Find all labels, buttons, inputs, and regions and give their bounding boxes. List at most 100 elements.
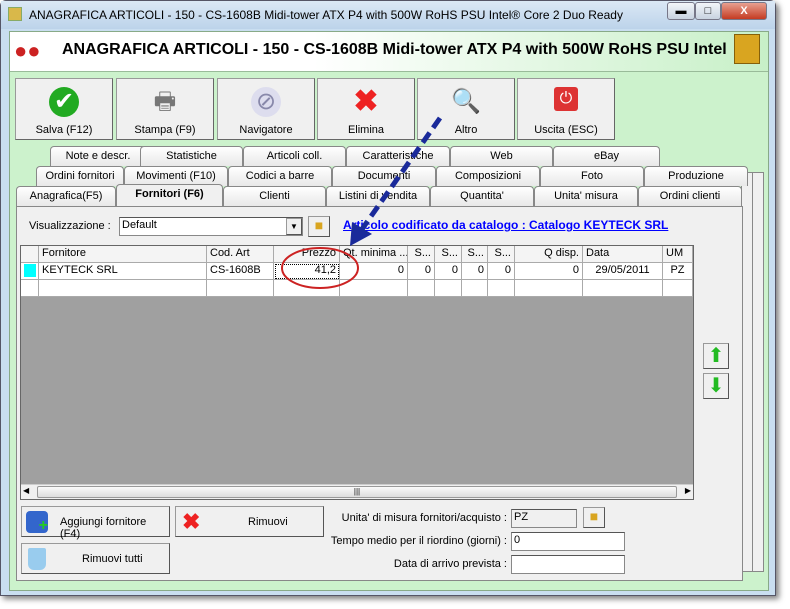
tab-clienti[interactable]: Clienti (223, 186, 326, 206)
data-label: Data di arrivo prevista : (393, 558, 507, 570)
table-cell[interactable]: 0 (435, 263, 462, 280)
table-cell[interactable] (663, 280, 693, 297)
printer-icon: 🖶 (153, 88, 177, 115)
print-button[interactable]: 🖶 Stampa (F9) (116, 78, 214, 140)
tab-codici-a-barre[interactable]: Codici a barre (228, 166, 332, 186)
row-selector[interactable] (21, 263, 39, 280)
tab-panel-back (752, 172, 764, 572)
tab-web[interactable]: Web (450, 146, 553, 166)
tab-foto[interactable]: Foto (540, 166, 644, 186)
save-button[interactable]: ✔ Salva (F12) (15, 78, 113, 140)
window: ANAGRAFICA ARTICOLI - 150 - CS-1608B Mid… (0, 0, 776, 596)
tab-articoli-coll-[interactable]: Articoli coll. (243, 146, 346, 166)
tab-ebay[interactable]: eBay (553, 146, 660, 166)
folder-button[interactable]: ■ (308, 216, 330, 237)
other-button[interactable]: 🔍 Altro (417, 78, 515, 140)
x-icon: ✖ (353, 85, 379, 118)
view-select[interactable]: Default ▼ (119, 217, 303, 236)
column-header[interactable]: Cod. Art (207, 246, 274, 263)
column-header[interactable]: Qt. minima ... (340, 246, 408, 263)
data-field[interactable] (511, 555, 625, 574)
table-cell[interactable] (488, 280, 515, 297)
window-title: ANAGRAFICA ARTICOLI - 150 - CS-1608B Mid… (29, 8, 623, 22)
folder-icon: ■ (589, 508, 599, 524)
column-header[interactable]: S... (408, 246, 435, 263)
catalog-link[interactable]: Articolo codificato da catalogo : Catalo… (343, 218, 668, 232)
view-label: Visualizzazione : (29, 220, 111, 232)
table-cell[interactable] (408, 280, 435, 297)
tab-movimenti-f10-[interactable]: Movimenti (F10) (124, 166, 228, 186)
table-cell[interactable] (207, 280, 274, 297)
table-cell[interactable] (340, 280, 408, 297)
table-cell[interactable] (515, 280, 583, 297)
add-supplier-button[interactable]: + Aggiungi fornitore (F4) (21, 506, 170, 540)
column-header[interactable]: Fornitore (39, 246, 207, 263)
table-cell[interactable]: 0 (488, 263, 515, 280)
tab-listini-di-vendita[interactable]: Listini di vendita (326, 186, 430, 206)
delete-button[interactable]: ✖ Elimina (317, 78, 415, 140)
tab-ordini-clienti[interactable]: Ordini clienti (638, 186, 742, 206)
navigator-button[interactable]: ⊘ Navigatore (217, 78, 315, 140)
move-up-button[interactable]: ⬆ (703, 343, 729, 369)
app-icon (8, 7, 22, 21)
tab-documenti[interactable]: Documenti (332, 166, 436, 186)
tab-fornitori-f6-[interactable]: Fornitori (F6) (116, 184, 223, 206)
remove-all-button[interactable]: Rimuovi tutti (21, 543, 170, 574)
strawberry-icon: ●● (14, 38, 41, 63)
table-cell[interactable] (583, 280, 663, 297)
table-cell[interactable] (274, 280, 340, 297)
column-header[interactable]: S... (462, 246, 488, 263)
tab-quantita-[interactable]: Quantita' (430, 186, 534, 206)
move-down-button[interactable]: ⬇ (703, 373, 729, 399)
table-cell[interactable] (39, 280, 207, 297)
scroll-left-icon[interactable]: ◀ (23, 486, 29, 495)
maximize-button[interactable]: □ (695, 2, 721, 20)
tab-anagrafica-f5-[interactable]: Anagrafica(F5) (16, 186, 116, 206)
arrow-up-icon: ⬆ (707, 345, 725, 367)
table-cell[interactable]: 0 (515, 263, 583, 280)
table-cell[interactable]: CS-1608B (207, 263, 274, 280)
row-selector[interactable] (21, 280, 39, 297)
tab-statistiche[interactable]: Statistiche (140, 146, 243, 166)
suppliers-grid: Fornitore Cod. Art Prezzo Qt. minima ... S..… (20, 245, 694, 500)
close-button[interactable]: X (721, 2, 767, 20)
column-header[interactable]: Data (583, 246, 663, 263)
column-header[interactable]: S... (488, 246, 515, 263)
column-header[interactable]: S... (435, 246, 462, 263)
column-header[interactable]: UM (663, 246, 693, 263)
table-cell[interactable] (462, 280, 488, 297)
tempo-field[interactable]: 0 (511, 532, 625, 551)
minimize-button[interactable]: ▬ (667, 2, 695, 20)
table-cell[interactable]: KEYTECK SRL (39, 263, 207, 280)
table-cell[interactable]: 0 (462, 263, 488, 280)
table-cell[interactable]: 41,2 (274, 263, 340, 280)
client-area: ●● ANAGRAFICA ARTICOLI - 150 - CS-1608B … (9, 31, 769, 591)
row-header-corner (21, 246, 39, 263)
horizontal-scrollbar[interactable]: ◀ ||| ▶ (21, 484, 693, 499)
table-cell[interactable]: PZ (663, 263, 693, 280)
table-cell[interactable]: 0 (340, 263, 408, 280)
scrollbar-thumb[interactable]: ||| (37, 486, 677, 498)
column-header[interactable]: Prezzo (274, 246, 340, 263)
fornitori-panel: Visualizzazione : Default ▼ ■ Articolo co… (16, 206, 743, 581)
tab-note-e-descr-[interactable]: Note e descr. (50, 146, 146, 166)
scroll-right-icon[interactable]: ▶ (685, 486, 691, 495)
table-cell[interactable]: 29/05/2011 (583, 263, 663, 280)
table-cell[interactable]: 0 (408, 263, 435, 280)
title-bar: ANAGRAFICA ARTICOLI - 150 - CS-1608B Mid… (1, 1, 775, 29)
tab-ordini-fornitori[interactable]: Ordini fornitori (36, 166, 124, 186)
column-header[interactable]: Q disp. (515, 246, 583, 263)
um-folder-button[interactable]: ■ (583, 507, 605, 528)
exit-button[interactable]: ⏻ Uscita (ESC) (517, 78, 615, 140)
remove-button[interactable]: ✖ Rimuovi (175, 506, 324, 537)
x-icon: ✖ (182, 509, 201, 534)
table-cell[interactable] (435, 280, 462, 297)
tab-caratteristiche[interactable]: Caratteristiche (346, 146, 450, 166)
tab-produzione[interactable]: Produzione (644, 166, 748, 186)
arrow-down-icon: ⬇ (707, 375, 725, 397)
tab-composizioni[interactable]: Composizioni (436, 166, 540, 186)
tab-unita-misura[interactable]: Unita' misura (534, 186, 638, 206)
um-field[interactable]: PZ (511, 509, 577, 528)
chevron-down-icon[interactable]: ▼ (286, 218, 302, 235)
add-supplier-icon: + (26, 511, 48, 534)
